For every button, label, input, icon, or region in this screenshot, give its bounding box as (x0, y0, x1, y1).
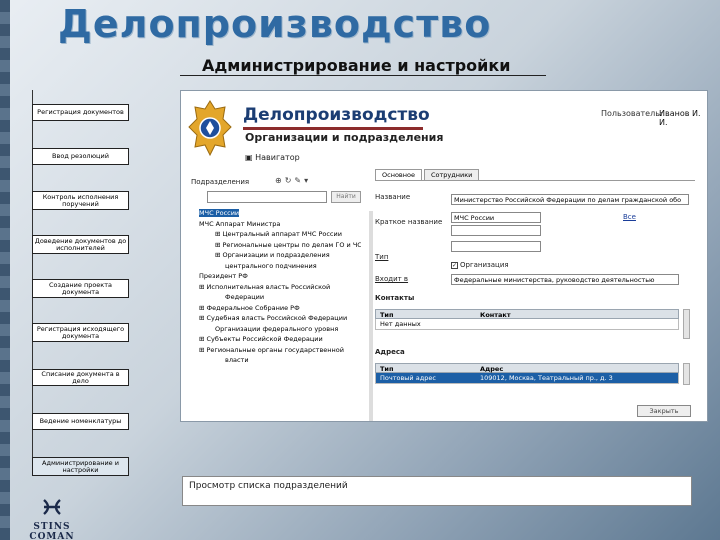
tree-item[interactable]: Организации федерального уровня (195, 325, 361, 336)
tree-item[interactable]: ⊞ Организации и подразделения (195, 251, 361, 262)
contacts-grid-header: Тип Контакт (375, 309, 679, 319)
detail-tabs: Основное Сотрудники (375, 169, 481, 180)
subdivisions-pane: Подразделения ⊕↻✎▾ Найти МЧС России МЧС … (191, 171, 373, 421)
expand-icon[interactable]: ⊞ (199, 283, 207, 291)
nav-item-archive[interactable]: Списание документа в дело (32, 369, 129, 386)
find-button[interactable]: Найти (331, 191, 361, 203)
expand-icon[interactable]: ⊞ (199, 335, 207, 343)
organization-tree: МЧС России МЧС Аппарат Министра ⊞ Центра… (195, 209, 361, 367)
tab-employees[interactable]: Сотрудники (423, 169, 480, 180)
stins-coman-logo-icon (43, 499, 61, 515)
user-label: Пользователь: (601, 109, 663, 118)
parent-field[interactable]: Федеральные министерства, руководство де… (451, 274, 679, 285)
tree-item[interactable]: Федерации (195, 293, 361, 304)
contacts-label: Контакты (375, 294, 415, 302)
details-pane: Основное Сотрудники Название Министерств… (367, 161, 703, 421)
address-scrollbar[interactable] (683, 363, 690, 385)
checkbox-icon[interactable]: ✓ (451, 261, 458, 269)
nav-item-delivery[interactable]: Доведение документов до исполнителей (32, 235, 129, 254)
expand-icon[interactable]: ⊞ (215, 230, 223, 238)
type-field[interactable] (451, 241, 541, 252)
nav-item-control[interactable]: Контроль исполнения поручений (32, 191, 129, 210)
left-decor-strip (0, 0, 10, 540)
filter-icon[interactable]: ▾ (304, 176, 311, 185)
nav-item-registration[interactable]: Регистрация документов (32, 104, 129, 121)
expand-icon[interactable]: ⊞ (199, 314, 207, 322)
tree-item[interactable]: Президент РФ (195, 272, 361, 283)
tree-item[interactable]: ⊞ Исполнительная власть Российской (195, 283, 361, 294)
subdivision-toolbar[interactable]: ⊕↻✎▾ (275, 176, 311, 185)
tree-item[interactable]: власти (195, 356, 361, 367)
close-button[interactable]: Закрыть (637, 405, 691, 417)
navigator-icon: ▣ (245, 153, 256, 162)
nav-item-outgoing[interactable]: Регистрация исходящего документа (32, 323, 129, 342)
table-row[interactable]: Почтовый адрес 109012, Москва, Театральн… (375, 373, 679, 384)
add-icon[interactable]: ⊕ (275, 176, 285, 185)
tree-item[interactable]: ⊞ Федеральное Собрание РФ (195, 304, 361, 315)
nav-item-resolutions[interactable]: Ввод резолюций (32, 148, 129, 165)
tree-item[interactable]: центрального подчинения (195, 262, 361, 273)
short-name-label: Краткое название (375, 218, 443, 226)
tree-item[interactable]: МЧС Аппарат Министра (195, 220, 361, 231)
tab-main[interactable]: Основное (375, 169, 422, 180)
app-title: Делопроизводство (243, 105, 430, 125)
app-subtitle: Организации и подразделения (245, 131, 444, 144)
refresh-icon[interactable]: ↻ (285, 176, 295, 185)
edit-icon[interactable]: ✎ (294, 176, 304, 185)
contacts-scrollbar[interactable] (683, 309, 690, 339)
chief-link[interactable]: Все (623, 213, 636, 221)
tree-item[interactable]: ⊞ Судебная власть Российской Федерации (195, 314, 361, 325)
nav-item-draft[interactable]: Создание проекта документа (32, 279, 129, 298)
subdivisions-label: Подразделения (191, 178, 250, 186)
expand-icon[interactable]: ⊞ (199, 346, 207, 354)
tree-item[interactable]: ⊞ Региональные центры по делам ГО и ЧС (195, 241, 361, 252)
subtitle-underline (180, 75, 546, 76)
tree-item[interactable]: ⊞ Центральный аппарат МЧС России (195, 230, 361, 241)
logo-text: STINS COMAN (29, 522, 75, 540)
type-option[interactable]: ✓ Организация (451, 261, 509, 269)
tree-item[interactable]: ⊞ Региональные органы государственной (195, 346, 361, 357)
tab-underline (375, 180, 695, 181)
name-field[interactable]: Министерство Российской Федерации по дел… (451, 194, 689, 205)
table-row[interactable]: Нет данных (375, 319, 679, 330)
section-subtitle: Администрирование и настройки (202, 56, 511, 75)
nav-item-nomenclature[interactable]: Ведение номенклатуры (32, 413, 129, 430)
address-grid-header: Тип Адрес (375, 363, 679, 373)
app-title-bar (243, 127, 423, 130)
tree-item[interactable]: ⊞ Субъекты Российской Федерации (195, 335, 361, 346)
app-screenshot: Делопроизводство Организации и подраздел… (180, 90, 708, 422)
navigator-link[interactable]: ▣ Навигатор (245, 153, 300, 162)
company-logo: STINS COMAN (12, 498, 92, 540)
expand-icon[interactable]: ⊞ (215, 251, 223, 259)
short-name-field[interactable]: МЧС России (451, 212, 541, 223)
nav-item-admin[interactable]: Администрирование и настройки (32, 457, 129, 476)
expand-icon[interactable]: ⊞ (215, 241, 223, 249)
expand-icon[interactable]: ⊞ (199, 304, 207, 312)
slide-caption: Просмотр списка подразделений (182, 476, 692, 506)
slide-title: Делопроизводство (58, 2, 492, 46)
type-label: Тип (375, 253, 389, 261)
extra-name-field[interactable] (451, 225, 541, 236)
name-label: Название (375, 193, 411, 201)
tree-item[interactable]: МЧС России (195, 209, 361, 220)
emchs-emblem-icon (188, 100, 232, 157)
address-label: Адреса (375, 348, 405, 356)
subdivision-search-input[interactable] (207, 191, 327, 203)
parent-label: Входит в (375, 275, 409, 283)
user-name: Иванов И. И. (659, 109, 701, 127)
